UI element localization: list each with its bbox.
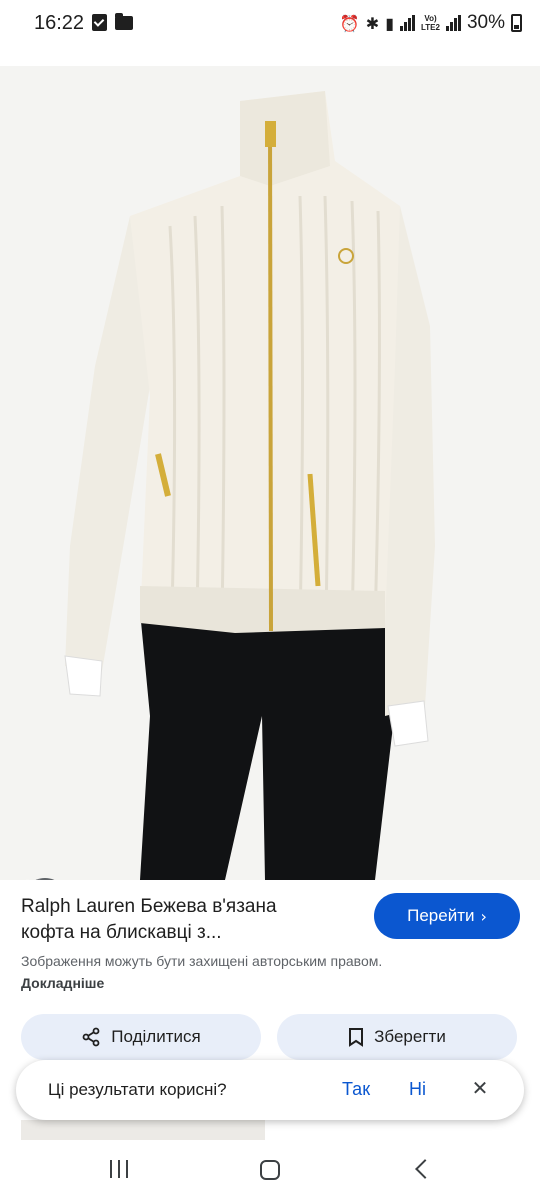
wifi-signal-icon: [400, 15, 415, 31]
learn-more-link[interactable]: Докладніше: [21, 975, 104, 991]
folder-notification-icon: [115, 13, 133, 30]
visit-button-label: Перейти: [407, 906, 475, 925]
volte-indicator: Vo) LTE2: [421, 14, 440, 32]
share-button[interactable]: Поділитися: [21, 1014, 261, 1060]
sweater-illustration: [64, 91, 435, 880]
close-icon[interactable]: ✕: [468, 1076, 492, 1100]
status-bar: 16:22 ⏰ ✱ ▮ Vo) LTE2 30%: [0, 0, 540, 48]
cell-signal-icon: [445, 15, 461, 31]
next-result-thumbnail[interactable]: [21, 1120, 265, 1140]
vibrate-icon: ▮: [385, 13, 394, 33]
product-title[interactable]: Ralph Lauren Бежева в'язана кофта на бли…: [21, 894, 341, 946]
share-label: Поділитися: [111, 1027, 201, 1046]
save-button[interactable]: Зберегти: [277, 1014, 517, 1060]
back-button[interactable]: [415, 1159, 435, 1179]
alarm-icon: ⏰: [339, 13, 360, 33]
feedback-no-button[interactable]: Ні: [409, 1079, 426, 1100]
home-button[interactable]: [260, 1160, 280, 1180]
feedback-card: Ці результати корисні? Так Ні ✕: [16, 1060, 524, 1120]
volte-bottom-label: LTE2: [421, 23, 440, 32]
title-line-2: кофта на блискавці з...: [21, 922, 222, 943]
title-line-1: Ralph Lauren Бежева в'язана: [21, 896, 277, 917]
bookmark-icon: [349, 1028, 364, 1047]
product-image[interactable]: [0, 66, 540, 880]
google-lens-icon: [25, 879, 41, 880]
save-label: Зберегти: [374, 1027, 446, 1046]
feedback-yes-button[interactable]: Так: [342, 1079, 370, 1100]
chevron-right-icon: ›: [480, 906, 487, 926]
system-nav-bar: [0, 1140, 540, 1200]
visit-button[interactable]: Перейти ›: [374, 893, 520, 939]
status-time: 16:22: [34, 12, 85, 34]
copyright-notice: Зображення можуть бути захищені авторськ…: [21, 950, 401, 994]
bluetooth-icon: ✱: [365, 13, 380, 33]
battery-icon: [511, 14, 522, 32]
volte-top-label: Vo): [424, 14, 437, 23]
feedback-question: Ці результати корисні?: [48, 1080, 227, 1099]
share-icon: [82, 1027, 100, 1047]
copyright-text: Зображення можуть бути захищені авторськ…: [21, 953, 383, 969]
battery-percent: 30%: [466, 12, 505, 33]
checkbox-notification-icon: [92, 14, 107, 31]
recent-apps-button[interactable]: [110, 1160, 128, 1178]
